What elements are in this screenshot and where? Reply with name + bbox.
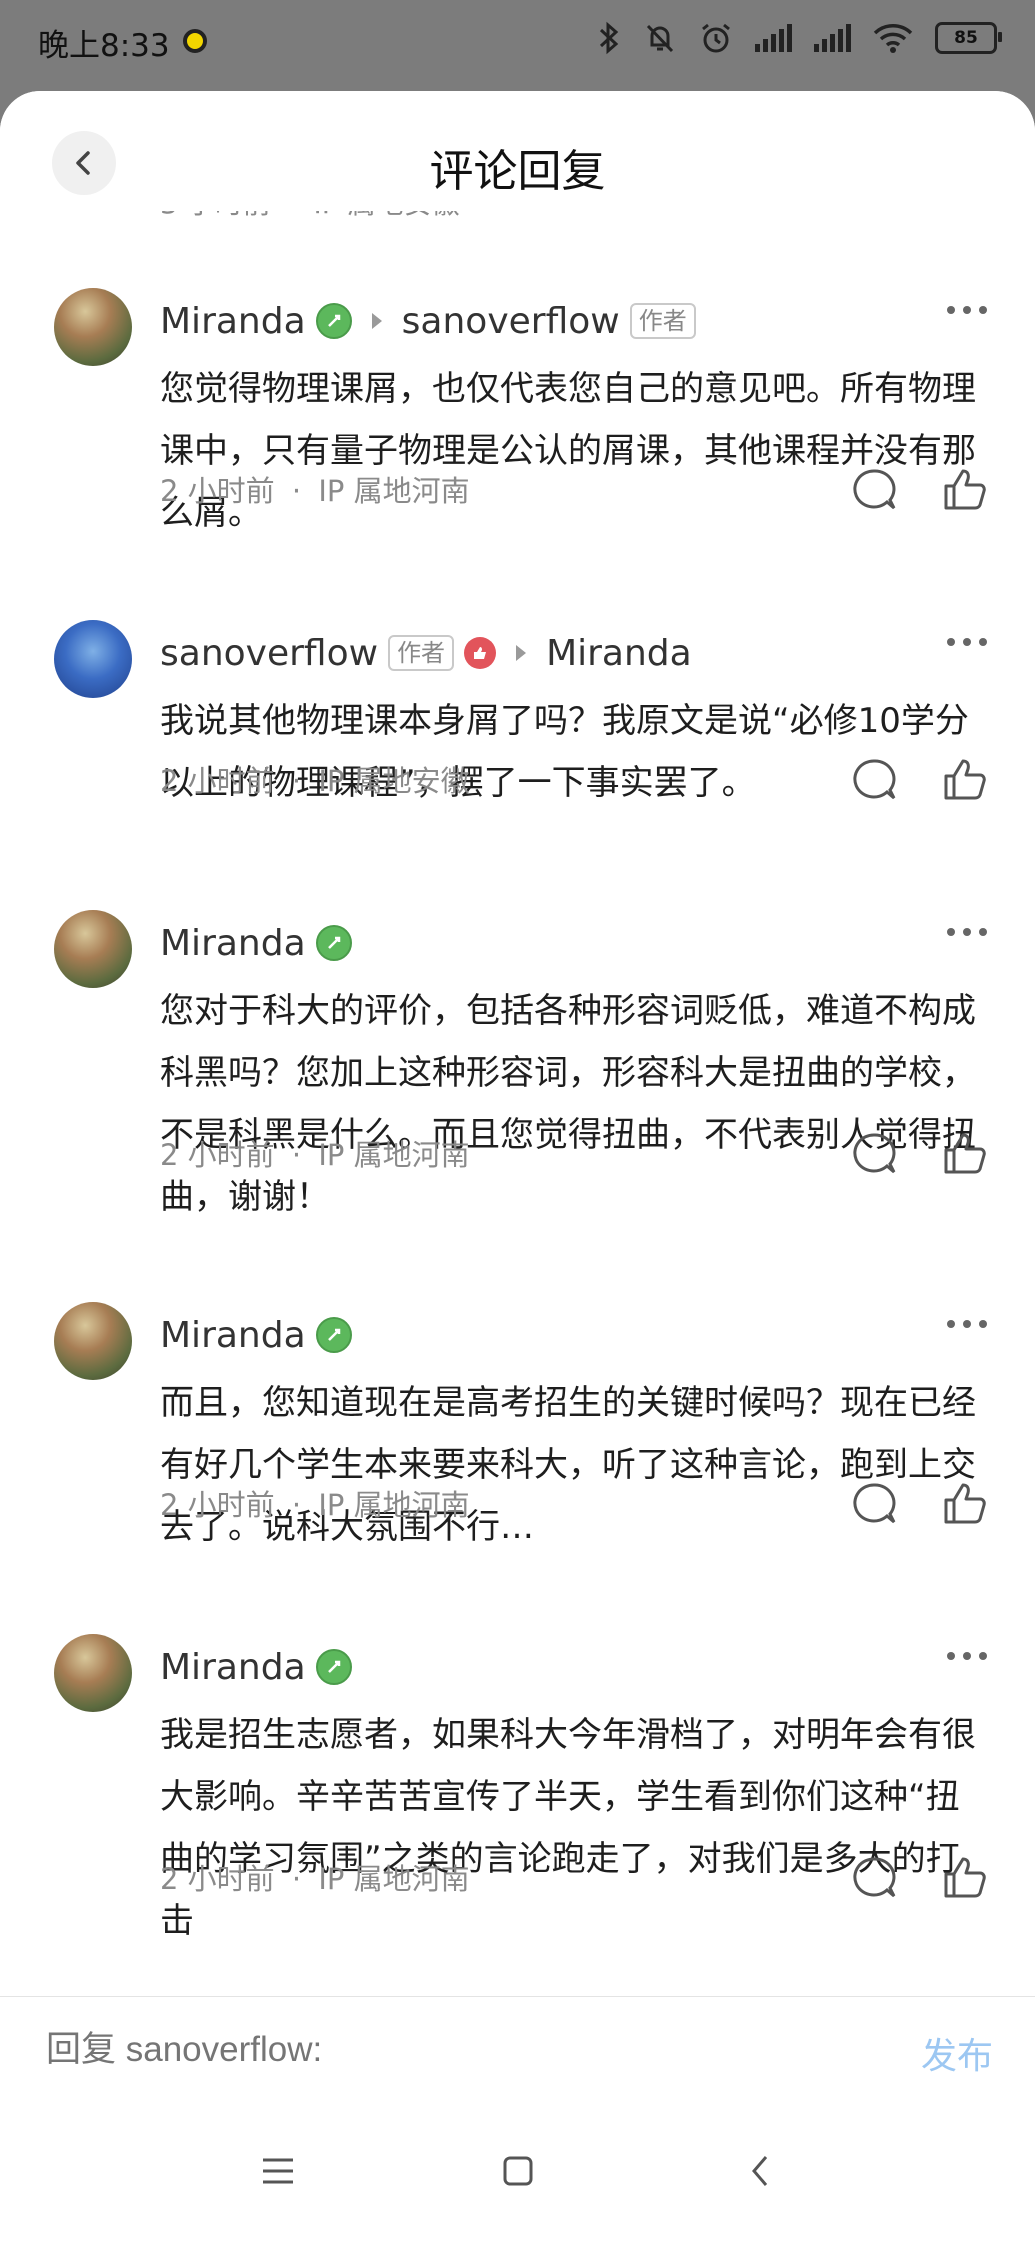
comment-header: Miranda sanoverflow 作者: [160, 296, 696, 346]
comment-actions: [845, 461, 993, 519]
like-icon[interactable]: [935, 461, 993, 519]
avatar[interactable]: [54, 1634, 132, 1712]
signal-icon: [755, 24, 792, 52]
page-title: 评论回复: [429, 146, 606, 197]
comment-reply-sheet: 评论回复 3 小时前 · IP 属地安徽 Miranda sanoverflow…: [0, 91, 1035, 2241]
verified-badge-icon: [315, 303, 352, 339]
comment-icon[interactable]: [845, 1849, 903, 1907]
comment-text[interactable]: 您对于科大的评价，包括各种形容词贬低，难道不构成科黑吗？您加上这种形容词，形容科…: [160, 980, 980, 1228]
status-time: 晚上8:33: [38, 28, 170, 64]
publish-button[interactable]: 发布: [921, 2027, 993, 2079]
comment-icon[interactable]: [845, 461, 903, 519]
comment-icon[interactable]: [845, 751, 903, 809]
more-icon[interactable]: [947, 1320, 987, 1328]
like-icon[interactable]: [935, 1475, 993, 1533]
author-name[interactable]: Miranda: [160, 1315, 306, 1356]
nav-back-icon[interactable]: [725, 2136, 795, 2206]
reply-arrow-icon: [371, 313, 382, 329]
like-icon[interactable]: [935, 1849, 993, 1907]
reply-to-name[interactable]: sanoverflow: [402, 301, 620, 342]
status-bar: 晚上8:33 85: [0, 0, 1035, 88]
comment-list[interactable]: 3 小时前 · IP 属地安徽 Miranda sanoverflow 作者 您…: [0, 191, 1035, 2078]
comment-meta: 2 小时前 · IP 属地河南: [160, 1138, 470, 1172]
alarm-icon: [699, 18, 733, 58]
battery-icon: 85: [935, 22, 1002, 54]
author-name[interactable]: Miranda: [160, 923, 306, 964]
comment-header: sanoverflow 作者 Miranda: [160, 628, 692, 678]
reply-arrow-icon: [516, 645, 527, 661]
system-nav-bar: [0, 2136, 1035, 2241]
author-name[interactable]: Miranda: [160, 1647, 306, 1688]
verified-badge-icon: [315, 1649, 352, 1685]
mute-bell-icon: [643, 18, 677, 58]
wifi-icon: [873, 18, 913, 58]
comment-actions: [845, 751, 993, 809]
reply-input[interactable]: [44, 2029, 868, 2071]
comment-actions: [845, 1475, 993, 1533]
reply-bar: 发布: [0, 1996, 1035, 2137]
comment-meta: 2 小时前 · IP 属地安徽: [160, 764, 470, 798]
author-tag: 作者: [388, 635, 455, 671]
comment-header: Miranda: [160, 918, 352, 968]
comment-meta: 2 小时前 · IP 属地河南: [160, 1488, 470, 1522]
comment-header: Miranda: [160, 1642, 352, 1692]
more-icon[interactable]: [947, 638, 987, 646]
comment-meta: 2 小时前 · IP 属地河南: [160, 474, 470, 508]
recording-dot-icon: [183, 29, 207, 53]
home-icon[interactable]: [483, 2136, 553, 2206]
comment-icon[interactable]: [845, 1475, 903, 1533]
thumb-badge-icon: [464, 637, 497, 669]
like-icon[interactable]: [935, 751, 993, 809]
author-name[interactable]: sanoverflow: [160, 633, 378, 674]
author-name[interactable]: Miranda: [160, 301, 306, 342]
avatar[interactable]: [54, 620, 132, 698]
like-icon[interactable]: [935, 1125, 993, 1183]
avatar[interactable]: [54, 910, 132, 988]
author-tag: 作者: [629, 303, 696, 339]
comment-actions: [845, 1125, 993, 1183]
avatar[interactable]: [54, 288, 132, 366]
comment-icon[interactable]: [845, 1125, 903, 1183]
verified-badge-icon: [315, 1317, 352, 1353]
bluetooth-icon: [597, 18, 621, 58]
comment-actions: [845, 1849, 993, 1907]
more-icon[interactable]: [947, 1652, 987, 1660]
comment-text[interactable]: 我是招生志愿者，如果科大今年滑档了，对明年会有很大影响。辛辛苦苦宣传了半天，学生…: [160, 1704, 980, 1952]
header: 评论回复: [0, 91, 1035, 211]
more-icon[interactable]: [947, 306, 987, 314]
more-icon[interactable]: [947, 928, 987, 936]
comment-header: Miranda: [160, 1310, 352, 1360]
menu-icon[interactable]: [243, 2136, 313, 2206]
comment-meta: 2 小时前 · IP 属地河南: [160, 1862, 470, 1896]
avatar[interactable]: [54, 1302, 132, 1380]
signal-2-icon: [814, 24, 851, 52]
reply-to-name[interactable]: Miranda: [546, 633, 692, 674]
verified-badge-icon: [315, 925, 352, 961]
